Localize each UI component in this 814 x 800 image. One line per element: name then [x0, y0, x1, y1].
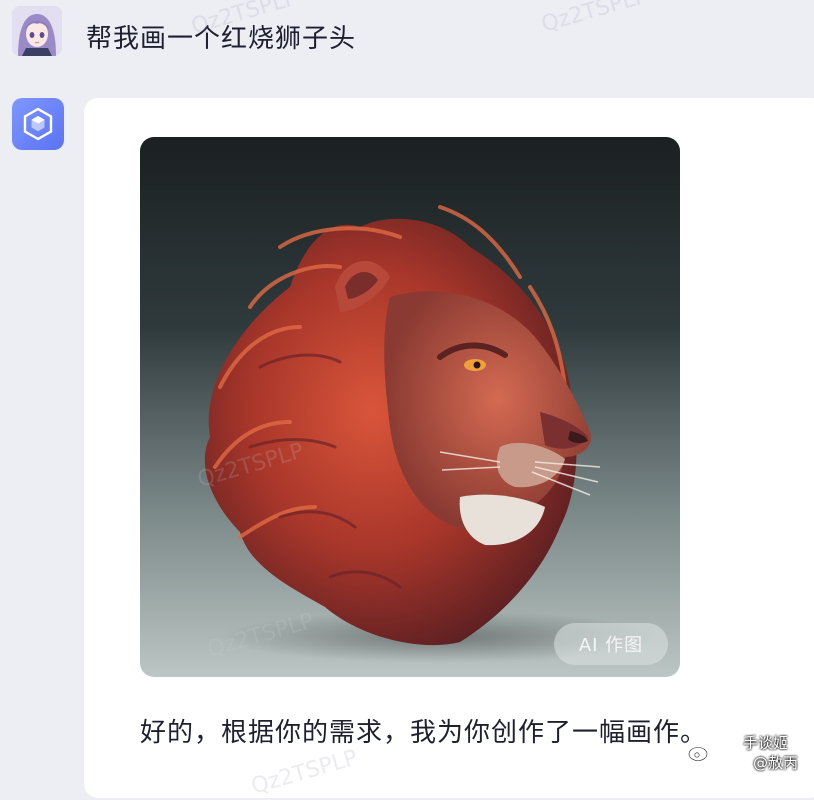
weibo-watermark-name: 手谈姬: [742, 734, 788, 752]
user-message-row: 帮我画一个红烧狮子头: [0, 0, 814, 78]
anime-girl-avatar-icon: [12, 6, 62, 56]
weibo-watermark: 手谈姬 @赦丙: [688, 730, 806, 776]
weibo-watermark-handle: @赦丙: [752, 754, 798, 772]
hexagon-logo-icon: [23, 107, 53, 141]
bot-avatar[interactable]: [12, 98, 64, 150]
lion-head-illustration: Qz2TSPLP Qz2TSPLP: [195, 205, 660, 663]
bot-reply-text: 好的，根据你的需求，我为你创作了一幅画作。: [140, 718, 708, 748]
user-avatar[interactable]: [12, 6, 62, 56]
weibo-icon: [688, 744, 711, 762]
ai-generated-badge: AI 作图: [554, 623, 668, 665]
generated-image[interactable]: Qz2TSPLP Qz2TSPLP AI 作图: [140, 137, 680, 677]
